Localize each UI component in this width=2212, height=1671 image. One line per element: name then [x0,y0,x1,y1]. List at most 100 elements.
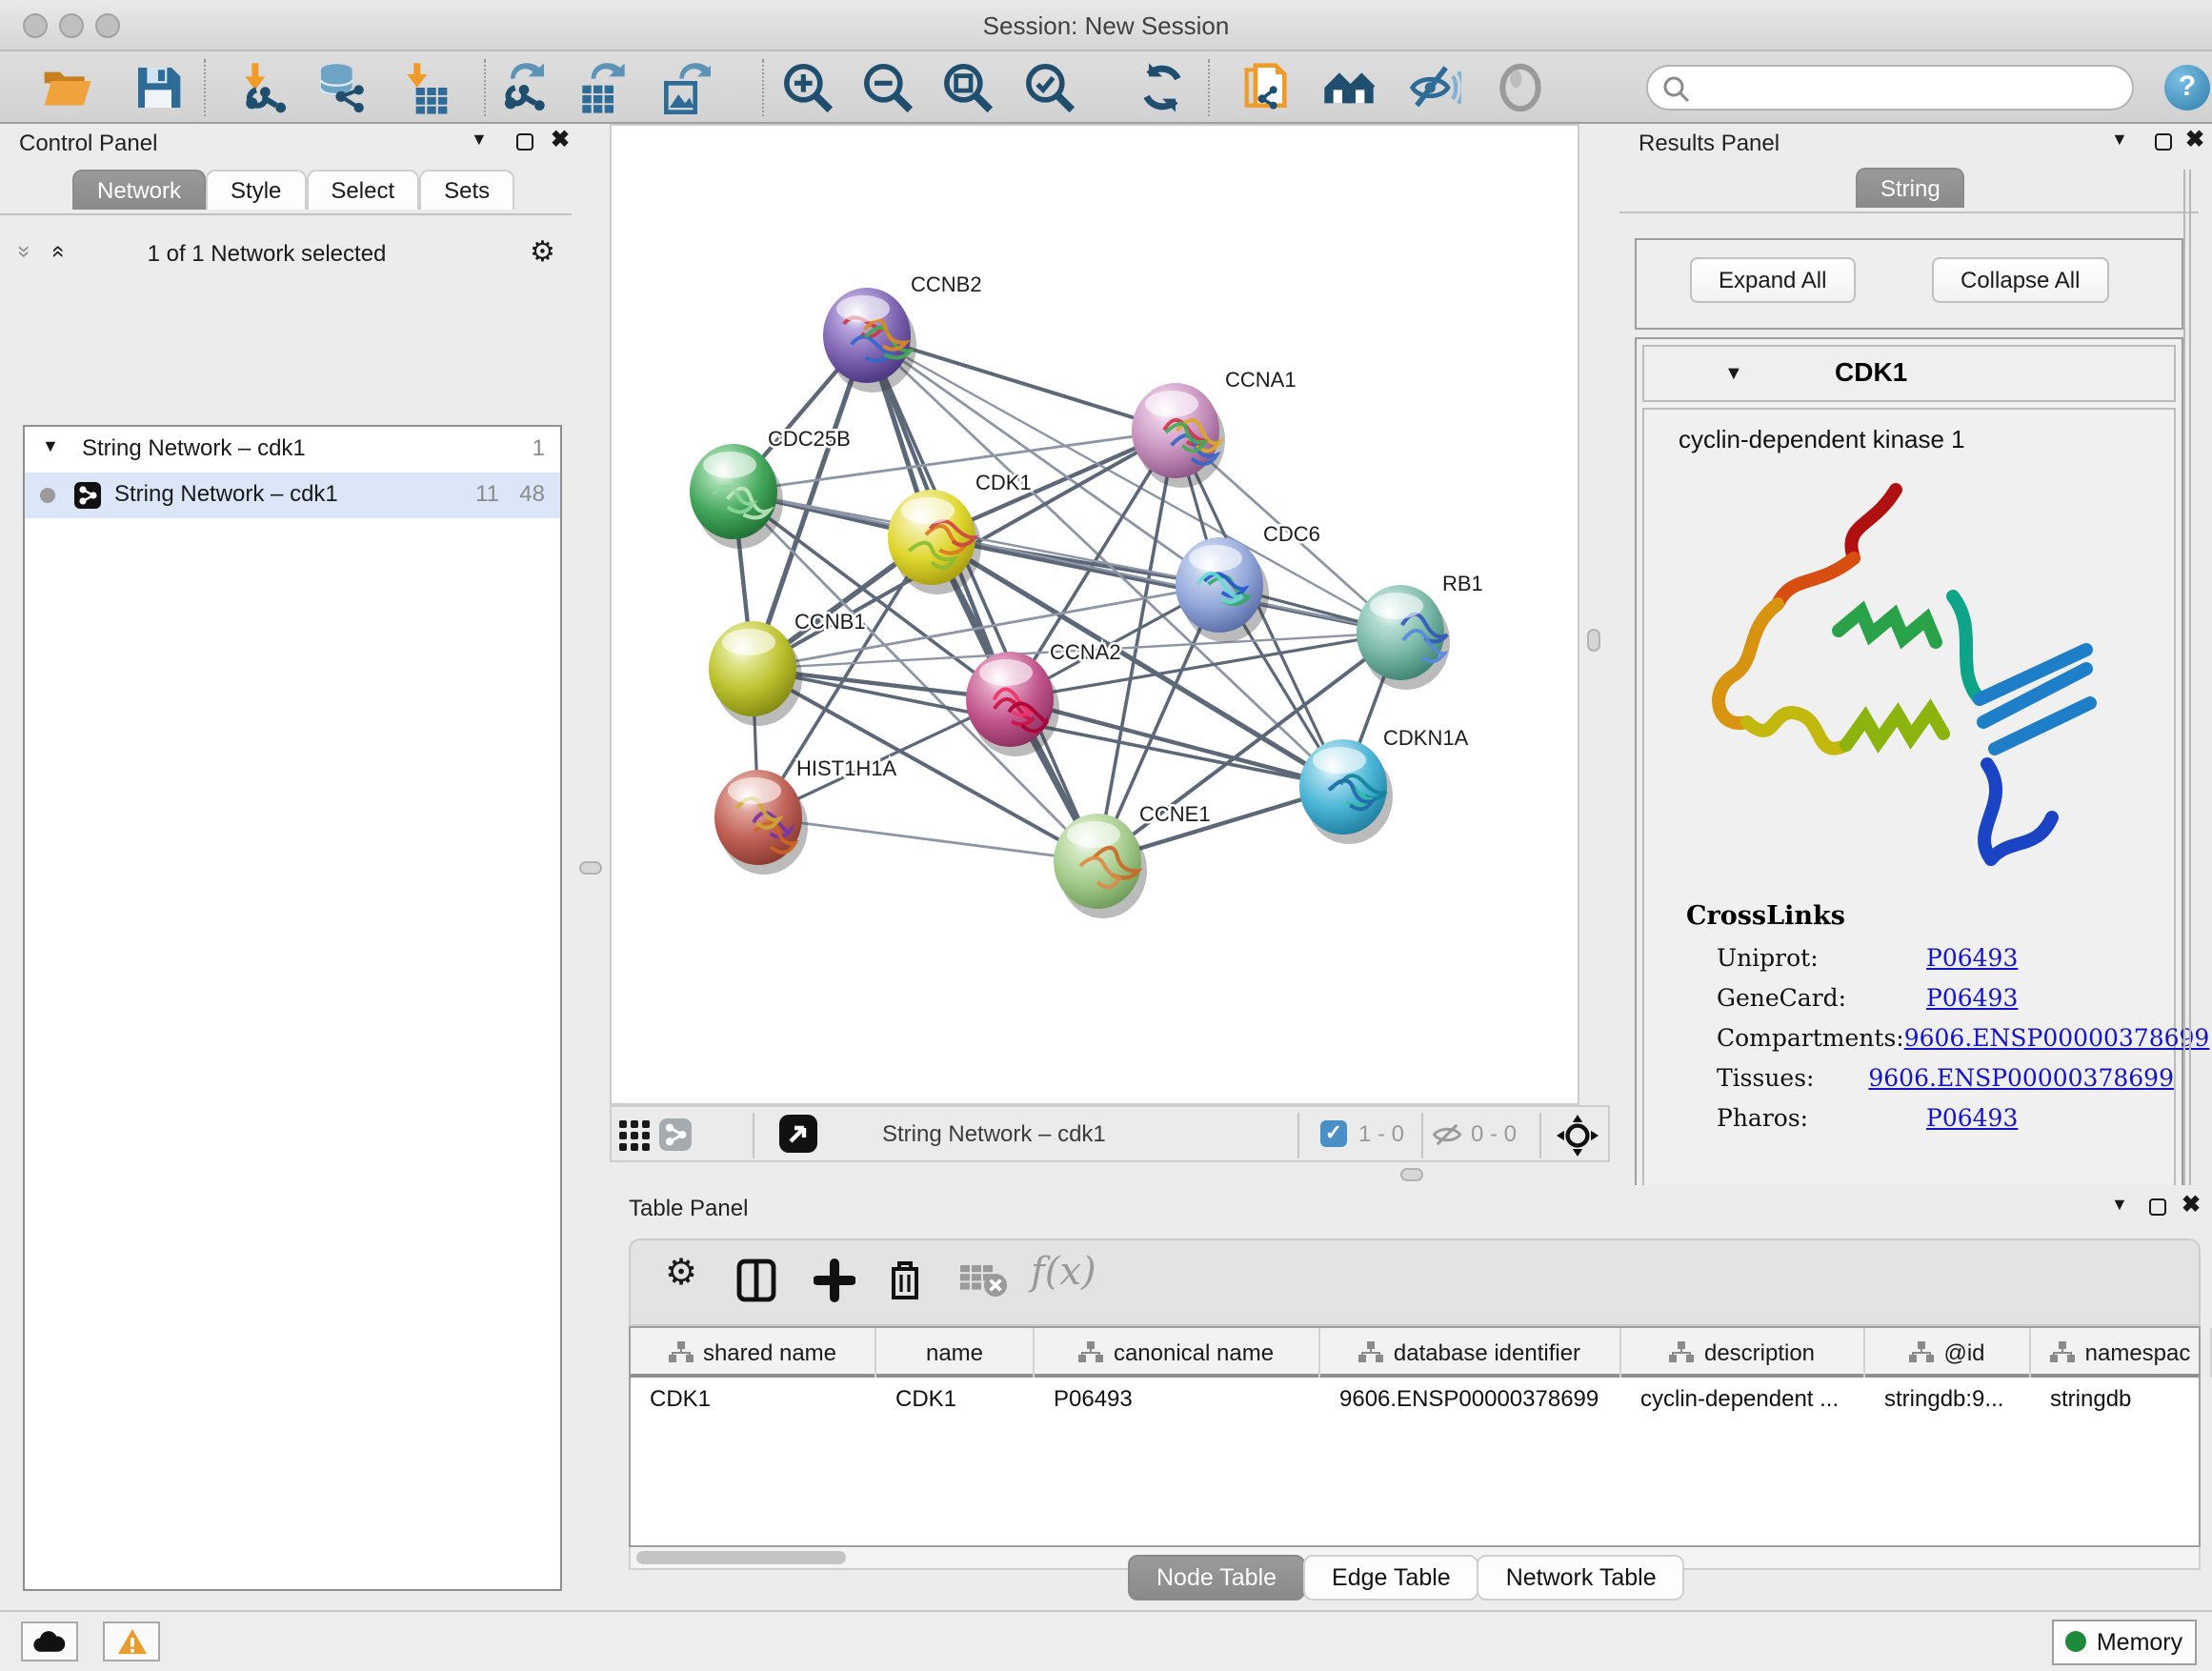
help-icon[interactable]: ? [2164,65,2210,111]
memory-label: Memory [2097,1629,2182,1656]
open-session-icon[interactable] [40,61,93,114]
collapse-panel-icon[interactable]: ▼ [471,130,488,149]
select-columns-icon[interactable] [735,1258,777,1313]
network-node-CCNB2[interactable]: CCNB2 [823,272,982,393]
column-header[interactable]: database identifier [1320,1328,1621,1378]
delete-table-icon[interactable] [958,1258,1008,1309]
network-node-CDC25B[interactable]: CDC25B [690,427,851,549]
collapse-panel-icon[interactable]: ▼ [2111,130,2128,149]
share-document-icon[interactable] [1242,61,1296,114]
import-network-icon[interactable] [236,61,290,114]
tab-string[interactable]: String [1856,168,1965,208]
export-image-icon[interactable] [657,61,711,114]
tab-sets[interactable]: Sets [419,170,514,210]
crosslink-link[interactable]: P06493 [1926,983,2018,1012]
left-splitter-handle[interactable] [579,861,602,875]
network-share-view-icon[interactable] [659,1118,692,1151]
network-collection-row[interactable]: ▼ String Network – cdk1 1 [25,427,560,473]
column-header[interactable]: @id [1865,1328,2031,1378]
crosslink-link[interactable]: 9606.ENSP00000378699 [1868,1063,2174,1092]
delete-column-icon[interactable] [886,1258,924,1313]
cloud-status-button[interactable] [21,1621,78,1661]
network-node-CDC6[interactable]: CDC6 [1176,522,1320,642]
network-edge[interactable] [867,335,1097,861]
home-pages-icon[interactable] [1322,61,1376,114]
import-database-icon[interactable] [314,61,368,114]
close-panel-icon[interactable]: ✖ [551,126,570,152]
tab-network[interactable]: Network [72,170,206,210]
window-titlebar: Session: New Session [0,0,2212,51]
birdseye-view-icon[interactable] [779,1115,817,1153]
network-node-CCNA1[interactable]: CCNA1 [1132,368,1297,488]
crosslink-link[interactable]: P06493 [1926,943,2018,972]
column-header[interactable]: description [1621,1328,1865,1378]
collapse-panel-icon[interactable]: ▼ [2111,1195,2128,1214]
expand-all-button[interactable]: Expand All [1690,257,1855,303]
cdk1-card-header[interactable]: ▼ CDK1 [1642,345,2176,402]
column-header[interactable]: shared name [631,1328,876,1378]
float-panel-icon[interactable] [2155,133,2172,151]
export-table-icon[interactable] [573,61,627,114]
network-edge[interactable] [758,817,1097,861]
warning-status-button[interactable] [103,1621,160,1661]
memory-button[interactable]: Memory [2052,1620,2197,1665]
grid-view-icon[interactable] [619,1120,650,1160]
function-builder-icon[interactable]: f(x) [1031,1248,1096,1294]
tree-expander-icon[interactable]: ▼ [42,436,59,455]
search-input[interactable] [1698,70,2117,105]
float-panel-icon[interactable] [516,133,533,151]
import-table-icon[interactable] [398,61,452,114]
network-node-CDK1[interactable]: CDK1 [888,471,1032,594]
column-header[interactable]: name [876,1328,1035,1378]
network-node-CCNE1[interactable]: CCNE1 [1054,802,1211,918]
selected-checkbox-icon[interactable]: ✓ [1320,1120,1347,1147]
table-cell[interactable]: stringdb [2031,1378,2212,1423]
network-node-CCNB1[interactable]: CCNB1 [709,610,866,726]
refresh-icon[interactable] [1136,61,1189,114]
save-session-icon[interactable] [131,61,185,114]
column-header[interactable]: canonical name [1035,1328,1320,1378]
network-node-RB1[interactable]: RB1 [1357,572,1483,690]
zoom-in-icon[interactable] [781,61,835,114]
tab-network-table[interactable]: Network Table [1478,1555,1685,1601]
network-canvas[interactable]: CCNB2CCNA1CDC25BCDK1CDC6RB1CCNB1CCNA2CDK… [610,124,1579,1105]
crosshair-icon[interactable] [1555,1113,1600,1168]
toolbar-separator [204,59,206,116]
zoom-out-icon[interactable] [861,61,915,114]
table-cell[interactable]: CDK1 [876,1378,1035,1423]
gear-icon[interactable]: ⚙ [530,234,555,269]
horizontal-splitter-handle[interactable] [1400,1168,1423,1181]
export-network-icon[interactable] [497,61,551,114]
table-cell[interactable]: cyclin-dependent ... [1621,1378,1865,1423]
tab-node-table[interactable]: Node Table [1128,1555,1305,1601]
tab-edge-table[interactable]: Edge Table [1303,1555,1479,1601]
float-panel-icon[interactable] [2149,1198,2166,1216]
crosslink-link[interactable]: P06493 [1926,1103,2018,1132]
network-row[interactable]: String Network – cdk1 11 48 [25,473,560,518]
hscroll-thumb[interactable] [636,1551,846,1564]
zoom-fit-icon[interactable] [941,61,995,114]
right-splitter-handle[interactable] [1587,629,1600,652]
table-gear-icon[interactable]: ⚙ [665,1252,697,1296]
column-header[interactable]: namespac [2031,1328,2212,1378]
close-panel-icon[interactable]: ✖ [2185,126,2204,152]
network-node-HIST1H1A[interactable]: HIST1H1A [714,756,896,875]
close-panel-icon[interactable]: ✖ [2182,1191,2201,1218]
table-row[interactable]: CDK1CDK1P064939606.ENSP00000378699cyclin… [631,1378,2199,1423]
tab-style[interactable]: Style [206,170,306,210]
network-view-toolbar: String Network – cdk1 ✓ 1 - 0 0 - 0 [610,1105,1610,1162]
table-cell[interactable]: P06493 [1035,1378,1320,1423]
hide-selected-icon[interactable] [1408,61,1461,114]
table-cell[interactable]: stringdb:9... [1865,1378,2031,1423]
tab-select[interactable]: Select [306,170,419,210]
table-cell[interactable]: 9606.ENSP00000378699 [1320,1378,1621,1423]
show-all-icon[interactable] [1494,61,1547,114]
collapse-all-button[interactable]: Collapse All [1932,257,2108,303]
toolbar-search-box[interactable] [1646,65,2134,111]
table-cell[interactable]: CDK1 [631,1378,876,1423]
collapse-section-icon[interactable]: ▼ [1724,364,1743,385]
add-column-icon[interactable] [814,1258,855,1313]
crosslink-link[interactable]: 9606.ENSP00000378699 [1904,1023,2210,1052]
zoom-selected-icon[interactable] [1023,61,1076,114]
network-node-CDKN1A[interactable]: CDKN1A [1299,726,1469,844]
